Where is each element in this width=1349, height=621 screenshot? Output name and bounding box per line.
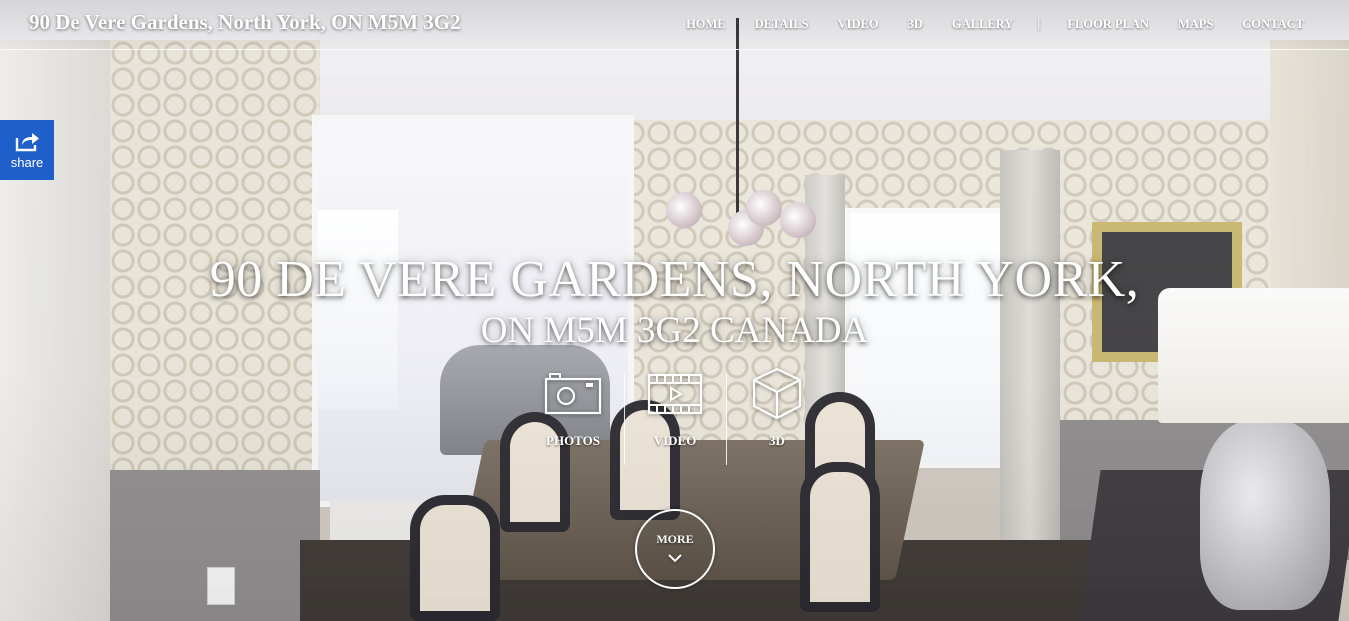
site-title[interactable]: 90 De Vere Gardens, North York, ON M5M 3… — [29, 10, 461, 35]
chevron-down-icon — [668, 553, 682, 562]
hero-address-line2: ON M5M 3G2 CANADA — [480, 310, 869, 351]
nav-separator: | — [1037, 16, 1041, 31]
media-buttons: PHOTOS VIDEO 3D — [520, 365, 830, 465]
cube-icon — [752, 367, 802, 420]
nav-gallery[interactable]: GALLERY — [952, 17, 1013, 32]
nav-details[interactable]: DETAILS — [755, 17, 809, 32]
camera-icon — [544, 373, 602, 415]
nav-video[interactable]: VIDEO — [838, 17, 879, 32]
main-nav: HOME DETAILS VIDEO 3D GALLERY | FLOOR PL… — [686, 16, 1304, 32]
site-header: 90 De Vere Gardens, North York, ON M5M 3… — [0, 0, 1349, 50]
share-label: share — [10, 155, 44, 170]
nav-floor-plan[interactable]: FLOOR PLAN — [1067, 17, 1149, 32]
nav-home[interactable]: HOME — [686, 17, 726, 32]
nav-3d[interactable]: 3D — [908, 17, 923, 32]
more-label: MORE — [656, 531, 694, 546]
nav-contact[interactable]: CONTACT — [1242, 17, 1304, 32]
video-button[interactable]: VIDEO — [624, 365, 726, 465]
nav-maps[interactable]: MAPS — [1178, 17, 1213, 32]
video-label: VIDEO — [653, 433, 697, 448]
share-icon — [15, 133, 39, 152]
3d-button[interactable]: 3D — [726, 365, 828, 465]
film-icon — [647, 373, 703, 415]
photos-label: PHOTOS — [546, 433, 600, 448]
more-button[interactable]: MORE — [635, 509, 715, 589]
hero-section: 90 De Vere Gardens, North York, ON M5M 3… — [0, 0, 1349, 621]
share-button[interactable]: share — [0, 120, 54, 180]
hero-address-line1: 90 DE VERE GARDENS, NORTH YORK, — [209, 251, 1140, 308]
3d-label: 3D — [769, 433, 785, 448]
photos-button[interactable]: PHOTOS — [522, 365, 624, 465]
